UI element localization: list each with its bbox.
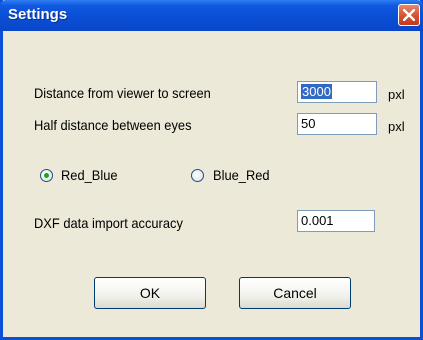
settings-dialog: Settings Distance from viewer to screen … (0, 0, 423, 340)
window-title: Settings (8, 6, 68, 23)
red-blue-label[interactable]: Red_Blue (61, 167, 118, 183)
distance-unit: pxl (388, 87, 405, 102)
cancel-button[interactable]: Cancel (239, 277, 351, 309)
red-blue-radio[interactable] (40, 169, 53, 182)
close-button[interactable] (398, 4, 420, 26)
distance-input[interactable]: 3000 (297, 81, 377, 103)
half-distance-value: 50 (301, 116, 316, 131)
half-distance-unit: pxl (388, 119, 405, 134)
half-distance-label: Half distance between eyes (34, 117, 192, 133)
blue-red-radio[interactable] (191, 169, 204, 182)
distance-value: 3000 (301, 84, 332, 99)
ok-button[interactable]: OK (94, 277, 206, 309)
close-icon (403, 9, 415, 21)
distance-label: Distance from viewer to screen (34, 85, 211, 101)
half-distance-input[interactable]: 50 (297, 113, 377, 135)
dxf-accuracy-label: DXF data import accuracy (34, 215, 183, 231)
title-bar[interactable]: Settings (0, 0, 423, 31)
dxf-accuracy-input[interactable]: 0.001 (297, 210, 375, 232)
blue-red-label[interactable]: Blue_Red (213, 167, 270, 183)
radio-selected-dot (44, 173, 49, 178)
dxf-accuracy-value: 0.001 (301, 213, 334, 228)
